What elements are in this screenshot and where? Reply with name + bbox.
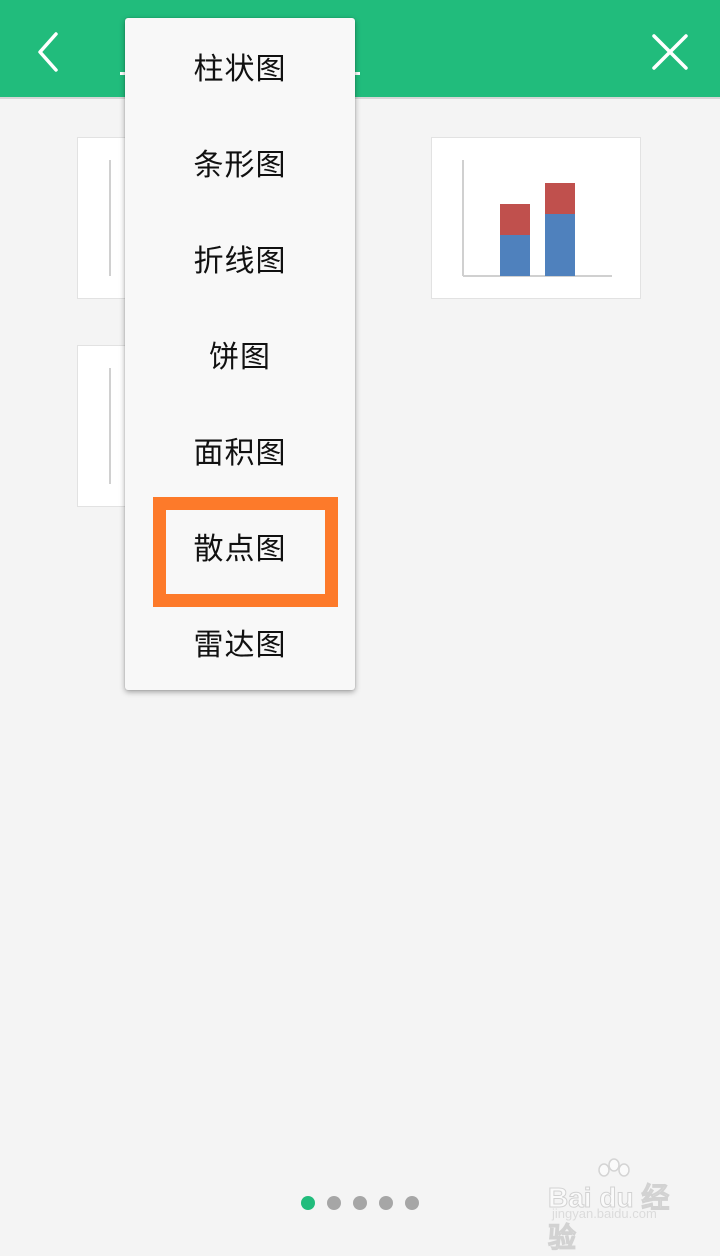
chart-style-thumbnail-2[interactable] [431,137,641,299]
bar-1-lower [500,235,530,276]
page-dot-2[interactable] [327,1196,341,1210]
page-dot-3[interactable] [353,1196,367,1210]
close-icon [652,34,688,70]
bar-1-upper [500,204,530,235]
back-button[interactable] [30,28,70,76]
menu-item-line-chart[interactable]: 折线图 [125,210,355,306]
close-button[interactable] [648,30,692,74]
menu-item-pie-chart[interactable]: 饼图 [125,306,355,402]
top-app-bar [0,0,720,99]
bar-2-upper [545,183,575,214]
page-dot-5[interactable] [405,1196,419,1210]
baidu-jingyan-watermark: Bai du 经验 jingyan.baidu.com [548,1158,688,1254]
menu-item-column-chart[interactable]: 柱状图 [125,18,355,114]
stacked-column-chart-preview [462,160,612,277]
menu-item-radar-chart[interactable]: 雷达图 [125,594,355,690]
highlight-annotation-box [153,497,338,607]
watermark-url: jingyan.baidu.com [552,1206,657,1221]
menu-item-area-chart[interactable]: 面积图 [125,402,355,498]
bar-2-lower [545,214,575,276]
page-dot-1[interactable] [301,1196,315,1210]
menu-item-bar-chart[interactable]: 条形图 [125,114,355,210]
chevron-left-icon [38,32,58,72]
page-dot-4[interactable] [379,1196,393,1210]
